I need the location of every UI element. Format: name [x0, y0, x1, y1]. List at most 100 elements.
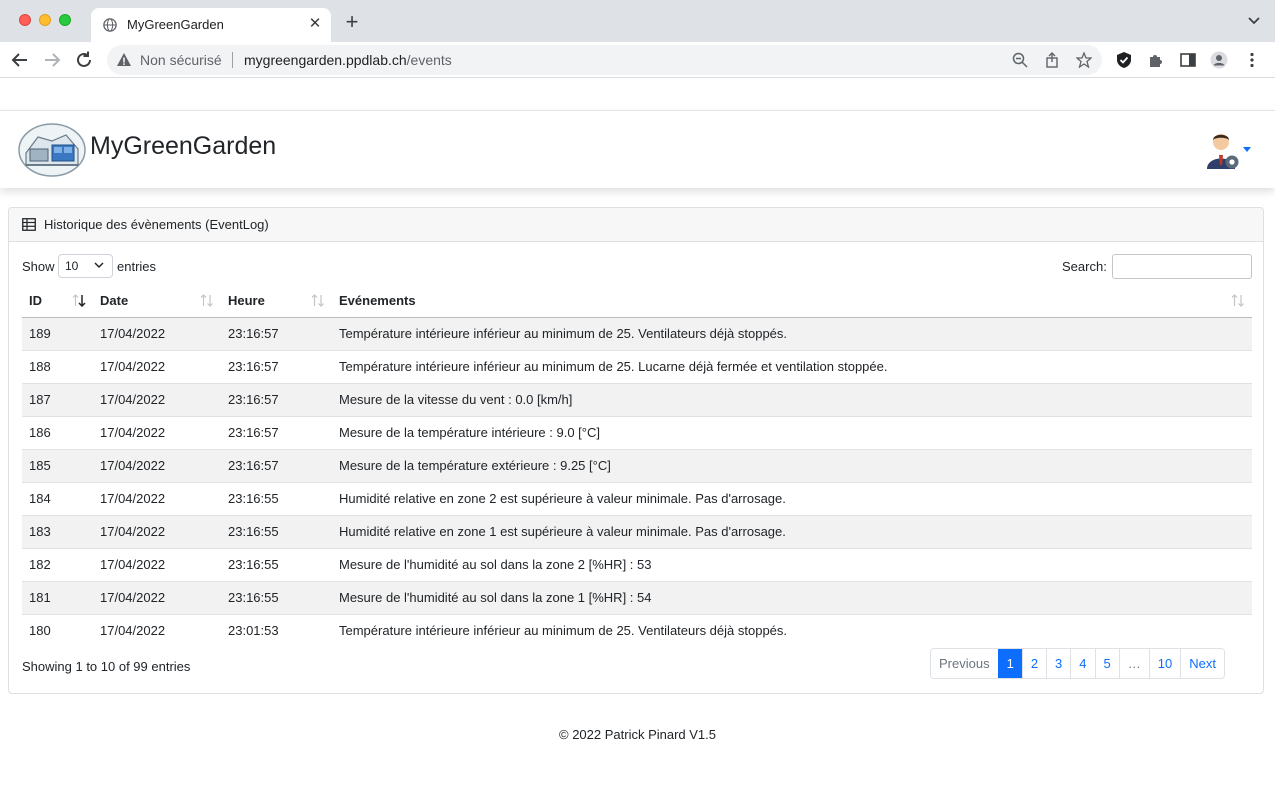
brand-title[interactable]: MyGreenGarden: [90, 132, 276, 161]
column-header-heure[interactable]: Heure: [221, 284, 332, 318]
column-header-label: ID: [29, 292, 42, 308]
cell-id: 186: [22, 415, 93, 449]
table-row: 189 17/04/2022 23:16:57 Température intérie…: [22, 316, 1252, 350]
column-header-label: Heure: [228, 292, 265, 308]
entries-per-page-value: 10: [65, 259, 79, 273]
cell-date: 17/04/2022: [93, 382, 221, 416]
browser-toolbar: Non sécurisé mygreengarden.ppdlab.ch/eve…: [0, 42, 1275, 78]
cell-date: 17/04/2022: [93, 514, 221, 548]
table-row: 187 17/04/2022 23:16:57 Mesure de la vitess…: [22, 382, 1252, 416]
cell-time: 23:16:55: [221, 547, 332, 581]
back-arrow-icon[interactable]: [10, 50, 30, 70]
page-button-3[interactable]: 3: [1046, 649, 1071, 678]
cell-date: 17/04/2022: [93, 415, 221, 449]
cell-date: 17/04/2022: [93, 580, 221, 614]
next-page-button[interactable]: Next: [1180, 649, 1224, 678]
column-header-label: Date: [100, 292, 129, 308]
cell-date: 17/04/2022: [93, 448, 221, 482]
page-button-4[interactable]: 4: [1070, 649, 1095, 678]
page-button-10[interactable]: 10: [1148, 649, 1181, 678]
previous-page-button[interactable]: Previous: [931, 649, 998, 678]
cell-id: 183: [22, 514, 93, 548]
cell-time: 23:16:57: [221, 448, 332, 482]
table-row: 182 17/04/2022 23:16:55 Mesure de l'humidit…: [22, 547, 1252, 581]
cell-id: 181: [22, 580, 93, 614]
events-table: ID Date Heure Evénements 189 17/04/2022 …: [22, 284, 1252, 647]
security-status[interactable]: Non sécurisé: [140, 52, 222, 68]
table-row: 183 17/04/2022 23:16:55 Humidité relative e…: [22, 514, 1252, 548]
url-text[interactable]: mygreengarden.ppdlab.ch/events: [244, 52, 452, 68]
cell-id: 189: [22, 316, 93, 350]
zoom-out-icon[interactable]: [1012, 52, 1028, 68]
extensions-puzzle-icon[interactable]: [1147, 51, 1165, 69]
table-icon: [22, 218, 36, 231]
cell-event: Humidité relative en zone 2 est supérieu…: [332, 481, 1252, 515]
url-domain: mygreengarden.ppdlab.ch: [244, 52, 407, 68]
cell-time: 23:16:57: [221, 349, 332, 383]
column-header-id[interactable]: ID: [22, 284, 93, 318]
footer-copyright: © 2022 Patrick Pinard V1.5: [559, 727, 716, 742]
page-button-1[interactable]: 1: [997, 649, 1022, 678]
search-input[interactable]: [1112, 254, 1252, 279]
cell-event: Mesure de la température intérieure : 9.…: [332, 415, 1252, 449]
sidebar-icon[interactable]: [1179, 51, 1197, 69]
cell-id: 188: [22, 349, 93, 383]
address-bar[interactable]: Non sécurisé mygreengarden.ppdlab.ch/eve…: [107, 45, 1102, 75]
new-tab-button[interactable]: +: [342, 11, 362, 33]
column-header-date[interactable]: Date: [93, 284, 221, 318]
card-title: Historique des évènements (EventLog): [44, 217, 269, 232]
sort-icon: [1231, 294, 1244, 307]
reload-icon[interactable]: [74, 50, 94, 70]
table-row: 185 17/04/2022 23:16:57 Mesure de la tempér…: [22, 448, 1252, 482]
browser-tabstrip: MyGreenGarden ✕ +: [0, 0, 1275, 42]
page-ellipsis: …: [1118, 649, 1149, 678]
browser-tab[interactable]: MyGreenGarden ✕: [91, 8, 331, 42]
show-label: Show: [22, 259, 55, 274]
chevron-down-icon: [94, 262, 104, 269]
minimize-window-button[interactable]: [39, 14, 51, 26]
cell-time: 23:16:57: [221, 382, 332, 416]
cell-id: 184: [22, 481, 93, 515]
warning-icon: [117, 53, 131, 66]
globe-icon: [103, 18, 117, 32]
entries-per-page-select[interactable]: 10: [58, 254, 113, 278]
cell-time: 23:16:55: [221, 580, 332, 614]
entries-label: entries: [117, 259, 157, 274]
cell-id: 182: [22, 547, 93, 581]
star-icon[interactable]: [1076, 52, 1092, 68]
close-tab-icon[interactable]: ✕: [307, 16, 323, 32]
chevron-down-icon[interactable]: [1247, 14, 1261, 28]
column-header-evenements[interactable]: Evénements: [332, 284, 1252, 318]
cell-event: Humidité relative en zone 1 est supérieu…: [332, 514, 1252, 548]
sort-icon: [200, 294, 213, 307]
cell-id: 180: [22, 613, 93, 647]
cell-time: 23:16:57: [221, 415, 332, 449]
page-button-5[interactable]: 5: [1094, 649, 1119, 678]
greenhouse-logo[interactable]: [18, 123, 86, 177]
cell-date: 17/04/2022: [93, 316, 221, 350]
divider: [232, 52, 233, 68]
page-button-2[interactable]: 2: [1021, 649, 1047, 678]
cell-date: 17/04/2022: [93, 547, 221, 581]
close-window-button[interactable]: [19, 14, 31, 26]
user-settings-avatar[interactable]: [1205, 131, 1241, 171]
chevron-down-icon[interactable]: [1243, 147, 1251, 152]
share-icon[interactable]: [1044, 52, 1060, 68]
column-header-label: Evénements: [339, 292, 416, 308]
eventlog-card: Historique des évènements (EventLog) Sho…: [8, 207, 1264, 694]
table-row: 184 17/04/2022 23:16:55 Humidité relative e…: [22, 481, 1252, 515]
cell-event: Mesure de la température extérieure : 9.…: [332, 448, 1252, 482]
cell-date: 17/04/2022: [93, 613, 221, 647]
cell-event: Température intérieure inférieur au mini…: [332, 316, 1252, 350]
shield-icon[interactable]: [1115, 51, 1133, 69]
maximize-window-button[interactable]: [59, 14, 71, 26]
cell-time: 23:16:55: [221, 514, 332, 548]
table-row: 180 17/04/2022 23:01:53 Température intérie…: [22, 613, 1252, 647]
forward-arrow-icon[interactable]: [42, 50, 62, 70]
cell-event: Température intérieure inférieur au mini…: [332, 613, 1252, 647]
url-path: /events: [406, 52, 452, 68]
cell-event: Mesure de l'humidité au sol dans la zone…: [332, 547, 1252, 581]
profile-icon[interactable]: [1210, 51, 1228, 69]
more-vertical-icon[interactable]: [1243, 51, 1261, 69]
cell-time: 23:01:53: [221, 613, 332, 647]
